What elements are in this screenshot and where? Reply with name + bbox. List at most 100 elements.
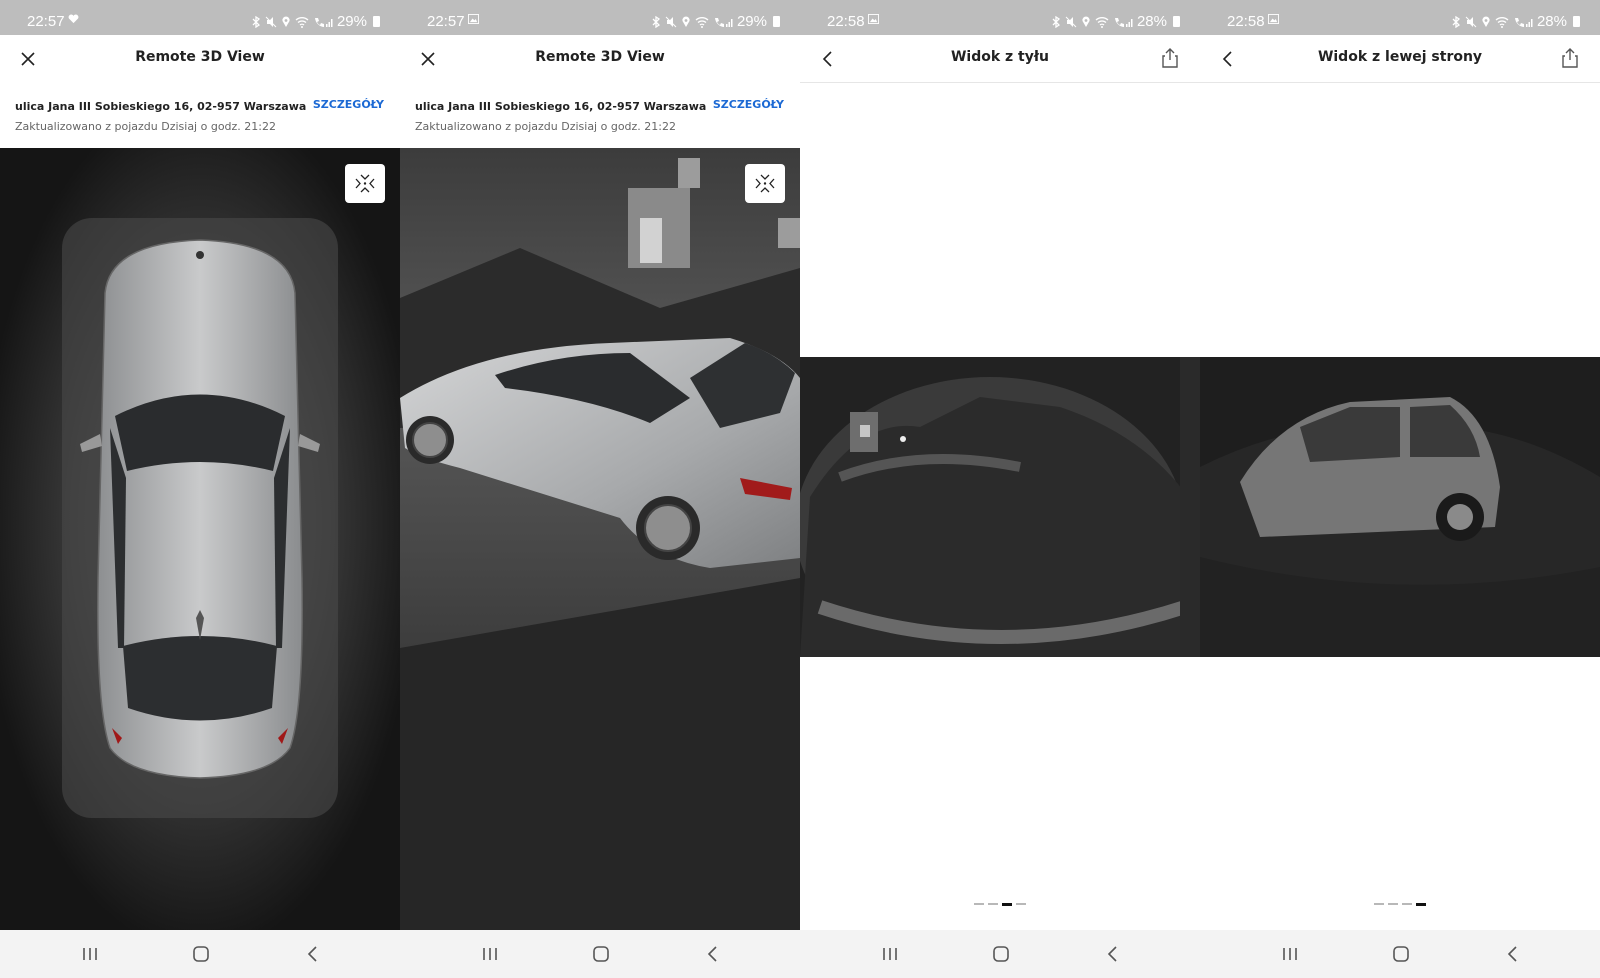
back-icon[interactable] xyxy=(303,944,323,964)
back-icon[interactable] xyxy=(1503,944,1523,964)
wifi-icon xyxy=(1095,16,1109,28)
image-icon xyxy=(1268,14,1279,24)
status-bar: 22:57 29% xyxy=(400,0,800,35)
rear-fisheye-photo xyxy=(800,357,1200,657)
panel-left-view: 22:58 28% Widok z lewej strony xyxy=(1200,0,1600,978)
location-icon xyxy=(1482,16,1490,27)
mute-icon xyxy=(1465,16,1477,27)
bluetooth-icon xyxy=(652,15,660,28)
battery-percent: 29% xyxy=(736,13,767,30)
system-nav-bar xyxy=(400,930,800,978)
page-dot xyxy=(988,903,998,905)
left-side-photo xyxy=(1200,357,1600,657)
system-nav-bar xyxy=(800,930,1200,978)
panel-remote-3d-top: 22:57 29% Remote 3D View ulica Jana III … xyxy=(0,0,400,978)
status-icons: 29% xyxy=(651,13,780,30)
mute-icon xyxy=(665,16,677,27)
bluetooth-icon xyxy=(252,15,260,28)
top-app-bar: Remote 3D View xyxy=(0,35,400,83)
status-time: 22:57 xyxy=(27,13,65,30)
panel-rear-view: 22:58 28% Widok z tyłu xyxy=(800,0,1200,978)
heart-icon xyxy=(68,14,79,24)
remote-3d-view-top[interactable] xyxy=(0,148,400,930)
back-icon[interactable] xyxy=(1103,944,1123,964)
signal-icon xyxy=(714,17,733,27)
status-icons: 28% xyxy=(1451,13,1580,30)
share-icon[interactable] xyxy=(1160,47,1180,69)
fullscreen-button[interactable] xyxy=(345,164,385,203)
page-dot xyxy=(974,903,984,905)
wifi-icon xyxy=(1495,16,1509,28)
bluetooth-icon xyxy=(1452,15,1460,28)
status-bar: 22:58 28% xyxy=(800,0,1200,35)
top-down-car-render xyxy=(0,148,400,930)
home-icon[interactable] xyxy=(991,944,1011,964)
home-icon[interactable] xyxy=(191,944,211,964)
signal-icon xyxy=(314,17,333,27)
location-icon xyxy=(1082,16,1090,27)
page-dot xyxy=(1402,903,1412,905)
status-time: 22:57 xyxy=(427,13,465,30)
battery-percent: 29% xyxy=(336,13,367,30)
top-app-bar: Widok z tyłu xyxy=(800,35,1200,83)
page-dot xyxy=(1416,903,1426,906)
wifi-icon xyxy=(695,16,709,28)
battery-icon xyxy=(1573,16,1580,27)
recent-apps-icon[interactable] xyxy=(880,944,900,964)
address-section: ulica Jana III Sobieskiego 16, 02-957 Wa… xyxy=(400,82,800,148)
recent-apps-icon[interactable] xyxy=(480,944,500,964)
system-nav-bar xyxy=(1200,930,1600,978)
mute-icon xyxy=(265,16,277,27)
status-bar: 22:57 29% xyxy=(0,0,400,35)
update-timestamp: Zaktualizowano z pojazdu Dzisiaj o godz.… xyxy=(415,120,676,133)
image-icon xyxy=(868,14,879,24)
share-icon[interactable] xyxy=(1560,47,1580,69)
battery-icon xyxy=(773,16,780,27)
details-link[interactable]: SZCZEGÓŁY xyxy=(313,98,384,111)
page-dot xyxy=(1388,903,1398,905)
panel-remote-3d-angle: 22:57 29% Remote 3D View ulica Jana III … xyxy=(400,0,800,978)
top-app-bar: Widok z lewej strony xyxy=(1200,35,1600,83)
fullscreen-icon xyxy=(755,174,775,193)
mute-icon xyxy=(1065,16,1077,27)
battery-percent: 28% xyxy=(1536,13,1567,30)
page-indicator xyxy=(1200,903,1600,906)
top-app-bar: Remote 3D View xyxy=(400,35,800,83)
status-icons: 29% xyxy=(251,13,380,30)
vehicle-address: ulica Jana III Sobieskiego 16, 02-957 Wa… xyxy=(15,100,307,113)
recent-apps-icon[interactable] xyxy=(80,944,100,964)
home-icon[interactable] xyxy=(591,944,611,964)
page-dot xyxy=(1016,903,1026,905)
page-dot xyxy=(1374,903,1384,905)
address-section: ulica Jana III Sobieskiego 16, 02-957 Wa… xyxy=(0,82,400,148)
vehicle-address: ulica Jana III Sobieskiego 16, 02-957 Wa… xyxy=(415,100,707,113)
page-title: Widok z lewej strony xyxy=(1317,49,1483,65)
page-title: Remote 3D View xyxy=(135,49,265,65)
update-timestamp: Zaktualizowano z pojazdu Dzisiaj o godz.… xyxy=(15,120,276,133)
page-indicator xyxy=(800,903,1200,906)
location-icon xyxy=(282,16,290,27)
fullscreen-icon xyxy=(355,174,375,193)
signal-icon xyxy=(1514,17,1533,27)
details-link[interactable]: SZCZEGÓŁY xyxy=(713,98,784,111)
back-icon[interactable] xyxy=(703,944,723,964)
image-icon xyxy=(468,14,479,24)
angled-car-render xyxy=(400,148,800,930)
recent-apps-icon[interactable] xyxy=(1280,944,1300,964)
remote-3d-view-angle[interactable] xyxy=(400,148,800,930)
battery-icon xyxy=(1173,16,1180,27)
system-nav-bar xyxy=(0,930,400,978)
page-dot xyxy=(1002,903,1012,906)
battery-percent: 28% xyxy=(1136,13,1167,30)
home-icon[interactable] xyxy=(1391,944,1411,964)
car-top-view xyxy=(80,239,320,779)
bluetooth-icon xyxy=(1052,15,1060,28)
status-bar: 22:58 28% xyxy=(1200,0,1600,35)
rear-camera-image xyxy=(800,357,1200,657)
battery-icon xyxy=(373,16,380,27)
left-camera-image xyxy=(1200,357,1600,657)
fullscreen-button[interactable] xyxy=(745,164,785,203)
status-icons: 28% xyxy=(1051,13,1180,30)
status-time: 22:58 xyxy=(1227,13,1265,30)
location-icon xyxy=(682,16,690,27)
